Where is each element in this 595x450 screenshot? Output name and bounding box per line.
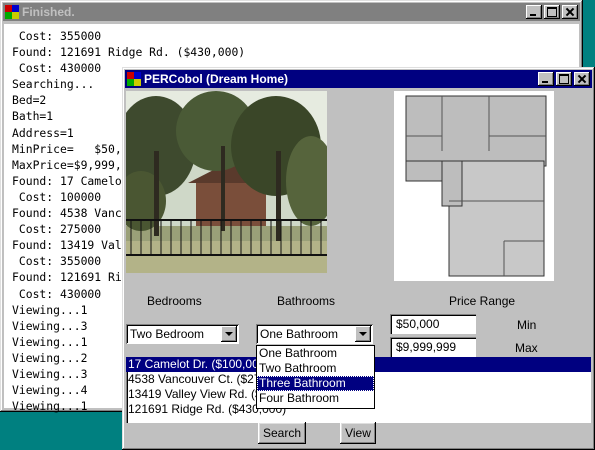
minimize-button[interactable] [538,72,554,86]
close-button[interactable] [562,5,578,19]
house-photo [126,91,327,273]
bathrooms-select[interactable]: One Bathroom [256,324,373,344]
bathrooms-dropdown-list[interactable]: One Bathroom Two Bathroom Three Bathroom Fo… [256,345,375,409]
bathrooms-select-value: One Bathroom [260,327,339,341]
search-button[interactable]: Search [258,422,306,444]
bathroom-option[interactable]: Four Bathroom [257,391,374,406]
app-icon [5,5,19,19]
chevron-down-icon[interactable] [355,326,371,342]
bathrooms-label: Bathrooms [277,294,336,308]
console-line: Cost: 355000 [12,29,102,43]
maximize-button[interactable] [556,72,572,86]
dream-home-window: PERCobol (Dream Home) Bedrooms Bathrooms… [122,67,595,450]
chevron-down-icon[interactable] [221,326,237,342]
console-title: Finished. [22,5,75,19]
price-range-label: Price Range [449,294,516,308]
bedrooms-label: Bedrooms [147,294,202,308]
floor-plan [394,91,554,281]
bathroom-option[interactable]: One Bathroom [257,346,374,361]
console-titlebar[interactable]: Finished. [3,3,580,21]
min-price-value: $50,000 [396,317,440,331]
minimize-button[interactable] [526,5,542,19]
bedrooms-select-value: Two Bedroom [130,327,205,341]
dream-home-titlebar[interactable]: PERCobol (Dream Home) [125,70,592,88]
bathroom-option[interactable]: Three Bathroom [257,376,374,391]
console-line: Found: 121691 Ridge Rd. ($430,000) [12,45,246,60]
bedrooms-select[interactable]: Two Bedroom [126,324,239,344]
min-price-input[interactable]: $50,000 [390,314,476,334]
view-button[interactable]: View [340,422,376,444]
app-icon [127,72,141,86]
dream-home-title: PERCobol (Dream Home) [144,72,289,86]
max-price-value: $9,999,999 [396,340,457,354]
max-price-input[interactable]: $9,999,999 [390,337,476,357]
min-label: Min [517,318,537,332]
bathroom-option[interactable]: Two Bathroom [257,361,374,376]
maximize-button[interactable] [544,5,560,19]
close-button[interactable] [574,72,590,86]
max-label: Max [515,341,538,355]
